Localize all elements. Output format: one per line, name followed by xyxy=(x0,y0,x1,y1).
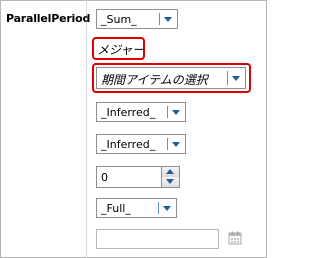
calendar-icon[interactable] xyxy=(228,231,242,245)
aggregate-select[interactable]: _Sum_ xyxy=(96,9,178,29)
chevron-down-icon[interactable] xyxy=(164,17,172,22)
level-select-1-value: _Inferred_ xyxy=(101,106,156,119)
level-select-2-value: _Inferred_ xyxy=(101,138,156,151)
period-item-select-value: 期間アイテムの選択 xyxy=(101,73,208,87)
chevron-down-icon[interactable] xyxy=(172,110,180,115)
aggregate-select-value: _Sum_ xyxy=(101,13,137,26)
chevron-down-icon[interactable] xyxy=(172,142,180,147)
chevron-down-icon[interactable] xyxy=(163,206,171,211)
dropdown-divider xyxy=(227,71,228,85)
dropdown-divider xyxy=(167,138,168,150)
dropdown-divider xyxy=(167,106,168,118)
measure-placeholder[interactable]: メジャー xyxy=(97,41,144,58)
dropdown-divider xyxy=(158,202,159,214)
chevron-down-icon[interactable] xyxy=(232,76,240,81)
offset-spinner[interactable]: 0 xyxy=(96,166,180,188)
mode-select[interactable]: _Full_ xyxy=(96,198,177,218)
period-item-select[interactable]: 期間アイテムの選択 xyxy=(96,67,246,89)
down-arrow-icon[interactable] xyxy=(162,177,179,187)
spinner-buttons xyxy=(161,167,179,187)
level-select-2[interactable]: _Inferred_ xyxy=(96,134,186,154)
level-select-1[interactable]: _Inferred_ xyxy=(96,102,186,122)
function-name-label: ParallelPeriod xyxy=(6,12,91,25)
offset-value[interactable]: 0 xyxy=(101,171,108,184)
dropdown-divider xyxy=(159,13,160,25)
mode-select-value: _Full_ xyxy=(101,202,131,215)
date-input[interactable] xyxy=(96,229,219,249)
column-divider xyxy=(86,0,87,258)
